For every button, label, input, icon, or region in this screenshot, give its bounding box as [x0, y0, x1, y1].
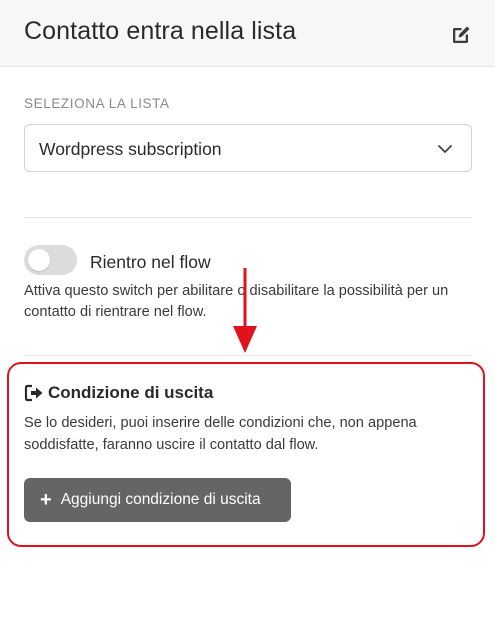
reentry-toggle-label: Rientro nel flow — [90, 252, 211, 272]
reentry-toggle[interactable] — [24, 245, 77, 275]
edit-icon — [453, 26, 470, 43]
panel-header: Contatto entra nella lista — [0, 0, 495, 67]
exit-condition-title-text: Condizione di uscita — [48, 383, 214, 402]
toggle-knob — [28, 249, 50, 271]
exit-condition-description: Se lo desideri, puoi inserire delle cond… — [24, 415, 417, 453]
section-divider — [24, 217, 472, 218]
annotation-arrow — [233, 268, 257, 353]
exit-icon — [24, 384, 43, 402]
plus-icon: + — [40, 489, 52, 511]
list-section-label: SELEZIONA LA LISTA — [24, 96, 170, 111]
list-select[interactable]: Wordpress subscription — [24, 124, 472, 172]
add-exit-condition-button[interactable]: + Aggiungi condizione di uscita — [24, 478, 291, 522]
add-exit-condition-label: Aggiungi condizione di uscita — [60, 491, 261, 508]
exit-condition-title: Condizione di uscita — [24, 383, 213, 403]
list-select-value: Wordpress subscription — [39, 139, 222, 159]
panel-title: Contatto entra nella lista — [24, 17, 297, 45]
edit-button[interactable] — [448, 22, 474, 48]
chevron-down-icon — [438, 145, 452, 153]
